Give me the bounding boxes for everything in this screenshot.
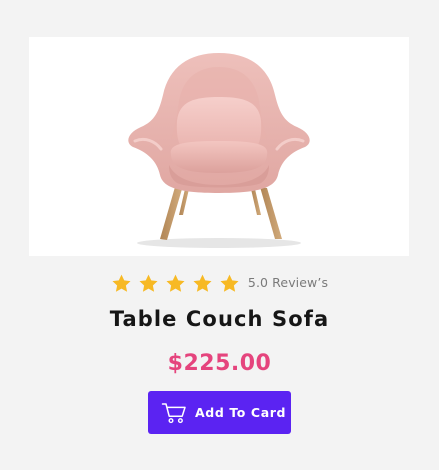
product-image[interactable] bbox=[29, 37, 409, 256]
shopping-cart-icon bbox=[161, 402, 186, 423]
star-icon bbox=[166, 274, 185, 292]
add-to-cart-button[interactable]: Add To Card bbox=[148, 391, 291, 434]
star-rating bbox=[111, 273, 240, 294]
rating-row: 5.0 Review’s bbox=[0, 270, 439, 296]
product-title[interactable]: Table Couch Sofa bbox=[0, 304, 439, 334]
product-card: 5.0 Review’s Table Couch Sofa $225.00 Ad… bbox=[0, 0, 439, 470]
star-icon bbox=[112, 274, 131, 292]
review-count[interactable]: 5.0 Review’s bbox=[248, 276, 328, 290]
armchair-image bbox=[128, 53, 310, 248]
star-icon bbox=[193, 274, 212, 292]
star-icon bbox=[139, 274, 158, 292]
star-icon bbox=[220, 274, 239, 292]
add-to-cart-label: Add To Card bbox=[195, 405, 287, 420]
product-price: $225.00 bbox=[167, 351, 272, 376]
